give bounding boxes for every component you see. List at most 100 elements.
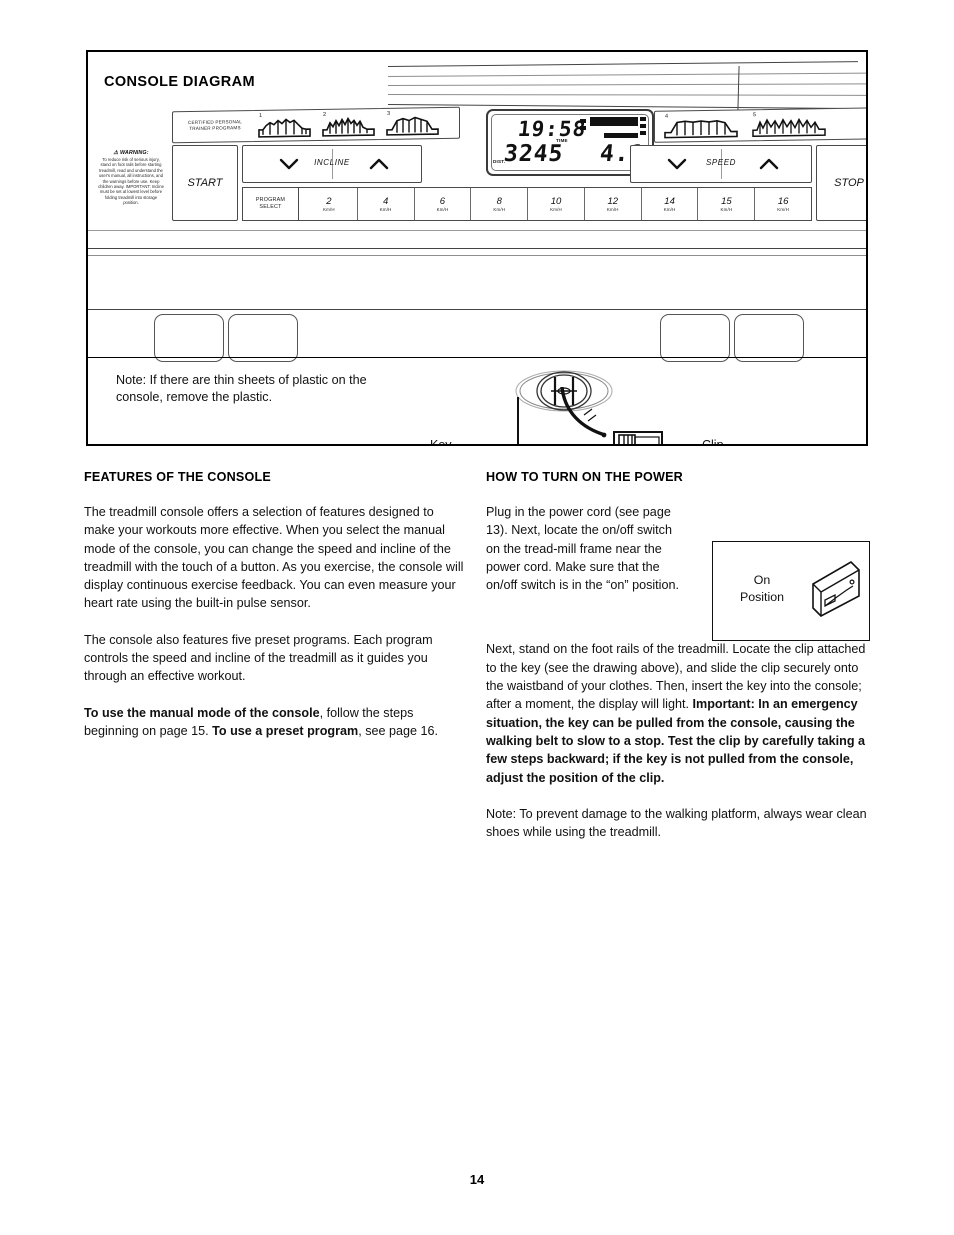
- speed-control-panel[interactable]: SPEED: [630, 145, 812, 183]
- clip-callout-label: Clip: [702, 438, 724, 446]
- on-position-figure: On Position: [712, 541, 870, 641]
- console-shelf-edge: [88, 309, 866, 310]
- features-paragraph-1: The treadmill console offers a selection…: [84, 505, 464, 611]
- stop-button[interactable]: STOP: [816, 145, 866, 221]
- lcd-bargraph-segment: [604, 133, 638, 138]
- warning-triangle-icon: ⚠: [113, 150, 119, 156]
- console-shelf-edge: [88, 230, 866, 231]
- console-diagram-title: CONSOLE DIAGRAM: [104, 74, 255, 90]
- speed-key-number: 2: [326, 196, 332, 207]
- incline-up-chevron-icon[interactable]: [369, 157, 389, 171]
- lcd-bargraph-segment: [580, 126, 586, 130]
- speed-key-6[interactable]: 6 Km/H: [413, 188, 471, 220]
- speed-key-unit: Km/H: [379, 207, 392, 212]
- speed-key-14[interactable]: 14 Km/H: [640, 188, 698, 220]
- warning-body-text: To reduce risk of serious injury, stand …: [98, 157, 164, 206]
- lcd-distance-value: 3245: [502, 141, 565, 167]
- speed-key-number: 8: [496, 196, 502, 207]
- program-select-label-line2: SELECT: [259, 204, 282, 210]
- console-tray-left-outer: [154, 314, 224, 362]
- speed-key-15[interactable]: 15 Km/H: [697, 188, 754, 220]
- console-tray-right-inner: [660, 314, 730, 362]
- stop-button-label: STOP: [834, 177, 864, 189]
- features-paragraph-3: To use the manual mode of the console, f…: [84, 704, 464, 741]
- start-button[interactable]: START: [172, 145, 238, 221]
- power-switch-icon: [812, 560, 860, 617]
- clip-callout-line: [663, 445, 699, 446]
- warning-heading-text: WARNING:: [119, 150, 149, 156]
- speed-key-unit: Km/H: [436, 207, 449, 212]
- console-tray-right-outer: [734, 314, 804, 362]
- program-profile-3-icon: [386, 116, 439, 136]
- key-callout-label: Key: [430, 438, 452, 446]
- lcd-bargraph-segment: [640, 124, 646, 128]
- speed-key-unit: Km/H: [493, 207, 506, 212]
- speed-key-number: 12: [607, 196, 619, 207]
- diagram-note-divider: [88, 357, 866, 358]
- speed-key-12[interactable]: 12 Km/H: [583, 188, 641, 220]
- speed-key-unit: Km/H: [663, 207, 676, 212]
- lcd-bargraph-segment: [580, 119, 586, 123]
- speed-key-number: 4: [383, 196, 389, 207]
- speed-key-number: 16: [777, 196, 789, 207]
- console-diagram-figure: CONSOLE DIAGRAM CERTIFIED PERSONAL TRAIN…: [86, 50, 868, 446]
- speed-key-8[interactable]: 8 Km/H: [470, 188, 527, 220]
- power-paragraph-3: Note: To prevent damage to the walking p…: [486, 806, 867, 840]
- speed-key-unit: Km/H: [777, 207, 790, 212]
- speed-key-2[interactable]: 2 Km/H: [301, 188, 357, 220]
- console-shelf-edge: [88, 248, 866, 249]
- speed-key-number: 10: [550, 196, 562, 207]
- lcd-bargraph-segment: [640, 117, 646, 121]
- console-lcd-display: 19:58 TIME 3245 DIST. 4.1 SPEED: [486, 109, 658, 176]
- power-paragraph-1: Plug in the power cord (see page 13). Ne…: [486, 505, 679, 593]
- start-button-label: START: [187, 177, 223, 189]
- power-intro-block: Plug in the power cord (see page 13). Ne…: [486, 503, 870, 641]
- program-profile-5-icon: [752, 117, 826, 137]
- incline-label: INCLINE: [314, 158, 350, 167]
- console-face: CERTIFIED PERSONAL TRAINER PROGRAMS 1 2 …: [172, 106, 866, 229]
- speed-key-16[interactable]: 16 Km/H: [754, 188, 811, 220]
- program-strip-right: 4 5: [654, 107, 866, 143]
- warning-heading: ⚠ WARNING:: [98, 150, 164, 156]
- speed-key-10[interactable]: 10 Km/H: [527, 188, 584, 220]
- key-callout-line: [478, 445, 518, 446]
- speed-key-number: 6: [439, 196, 446, 207]
- program-select-label-line1: PROGRAM: [255, 197, 286, 203]
- page-number: 14: [469, 1172, 485, 1187]
- speed-key-4[interactable]: 4 Km/H: [356, 188, 414, 220]
- speed-label: SPEED: [705, 158, 737, 167]
- program-profile-2-icon: [322, 116, 375, 137]
- program-select-button[interactable]: PROGRAM SELECT: [243, 188, 299, 220]
- program-profile-1-icon: [258, 118, 311, 138]
- speed-key-unit: Km/H: [550, 207, 562, 212]
- speed-up-chevron-icon[interactable]: [759, 157, 779, 171]
- manual-mode-bold: To use the manual mode of the console: [84, 705, 320, 720]
- console-shell-line: [387, 72, 866, 77]
- certified-programs-label: CERTIFIED PERSONAL TRAINER PROGRAMS: [187, 119, 243, 131]
- console-tray-left-inner: [228, 314, 298, 362]
- program-strip-left: CERTIFIED PERSONAL TRAINER PROGRAMS 1 2 …: [172, 106, 460, 144]
- features-paragraph-2: The console also features five preset pr…: [84, 632, 433, 684]
- right-text-column: HOW TO TURN ON THE POWER Plug in the pow…: [486, 470, 870, 859]
- preset-program-text: , see page 16.: [358, 723, 439, 738]
- on-position-label: On Position: [727, 572, 797, 606]
- power-heading: HOW TO TURN ON THE POWER: [486, 470, 683, 484]
- console-shell-line: [387, 94, 866, 96]
- speed-preset-keys: 2 Km/H 4 Km/H 6 Km/H 8 Km/H 10 Km/H 12 K…: [301, 188, 811, 220]
- left-text-column: FEATURES OF THE CONSOLE The treadmill co…: [84, 470, 464, 758]
- on-position-label-line2: Position: [739, 590, 785, 604]
- speed-key-row: PROGRAM SELECT 2 Km/H 4 Km/H 6 Km/H 8 Km…: [242, 187, 812, 221]
- console-shell-line: [387, 83, 866, 86]
- power-paragraph-2: Next, stand on the foot rails of the tre…: [486, 640, 870, 786]
- clip-illustration: [613, 431, 663, 444]
- warning-decal: ⚠ WARNING: To reduce risk of serious inj…: [98, 150, 164, 230]
- key-callout-line: [517, 397, 519, 444]
- incline-control-panel[interactable]: INCLINE: [242, 145, 422, 183]
- lcd-time-value: 19:58: [516, 117, 588, 141]
- console-shelf-edge: [88, 255, 866, 256]
- speed-key-number: 15: [721, 196, 732, 207]
- preset-program-bold: To use a preset program: [212, 723, 359, 738]
- speed-key-unit: Km/H: [323, 207, 335, 212]
- console-shell-line: [737, 66, 740, 111]
- on-position-label-line1: On: [753, 573, 771, 587]
